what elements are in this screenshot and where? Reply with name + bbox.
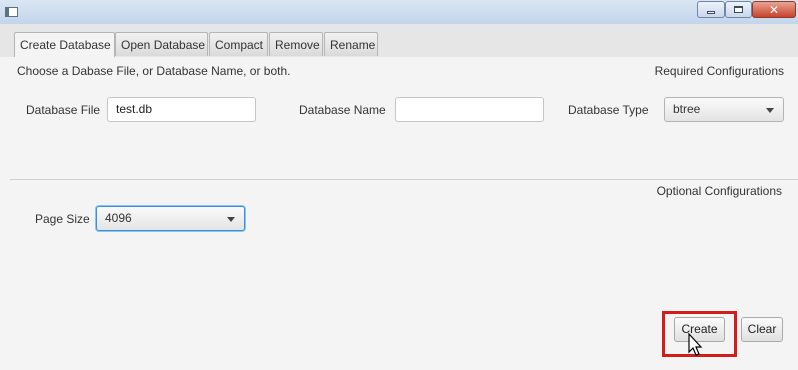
minimize-button[interactable] bbox=[697, 1, 725, 18]
page-size-label: Page Size bbox=[35, 212, 90, 226]
database-type-select[interactable]: btree bbox=[664, 97, 784, 122]
database-file-input[interactable]: test.db bbox=[107, 97, 256, 122]
maximize-icon bbox=[734, 6, 743, 13]
chevron-down-icon bbox=[227, 217, 235, 222]
mouse-pointer-icon bbox=[688, 333, 703, 356]
optional-configurations-heading: Optional Configurations bbox=[656, 184, 782, 198]
app-window-icon bbox=[5, 7, 18, 17]
create-database-panel: Choose a Dabase File, or Database Name, … bbox=[0, 57, 798, 370]
database-name-input[interactable] bbox=[395, 97, 544, 122]
tab-rename[interactable]: Rename bbox=[324, 32, 378, 56]
title-bar: ✕ bbox=[0, 0, 798, 25]
tab-compact[interactable]: Compact bbox=[209, 32, 268, 56]
minimize-icon bbox=[707, 10, 715, 14]
instructions-text: Choose a Dabase File, or Database Name, … bbox=[17, 64, 291, 78]
database-type-label: Database Type bbox=[568, 103, 649, 117]
chevron-down-icon bbox=[766, 108, 774, 113]
required-configurations-heading: Required Configurations bbox=[654, 64, 784, 78]
tab-remove[interactable]: Remove bbox=[269, 32, 323, 56]
tab-bar: Create Database Open Database Compact Re… bbox=[0, 24, 798, 58]
database-file-label: Database File bbox=[26, 103, 101, 117]
database-type-value: btree bbox=[673, 102, 701, 116]
section-divider bbox=[10, 179, 798, 180]
maximize-button[interactable] bbox=[725, 1, 752, 18]
tab-create-database[interactable]: Create Database bbox=[14, 32, 115, 57]
close-button[interactable]: ✕ bbox=[752, 1, 796, 18]
page-size-value: 4096 bbox=[105, 211, 132, 225]
page-size-select[interactable]: 4096 bbox=[96, 206, 245, 231]
clear-button[interactable]: Clear bbox=[741, 317, 783, 342]
close-icon: ✕ bbox=[768, 2, 780, 17]
database-name-label: Database Name bbox=[299, 103, 386, 117]
tab-open-database[interactable]: Open Database bbox=[115, 32, 208, 56]
